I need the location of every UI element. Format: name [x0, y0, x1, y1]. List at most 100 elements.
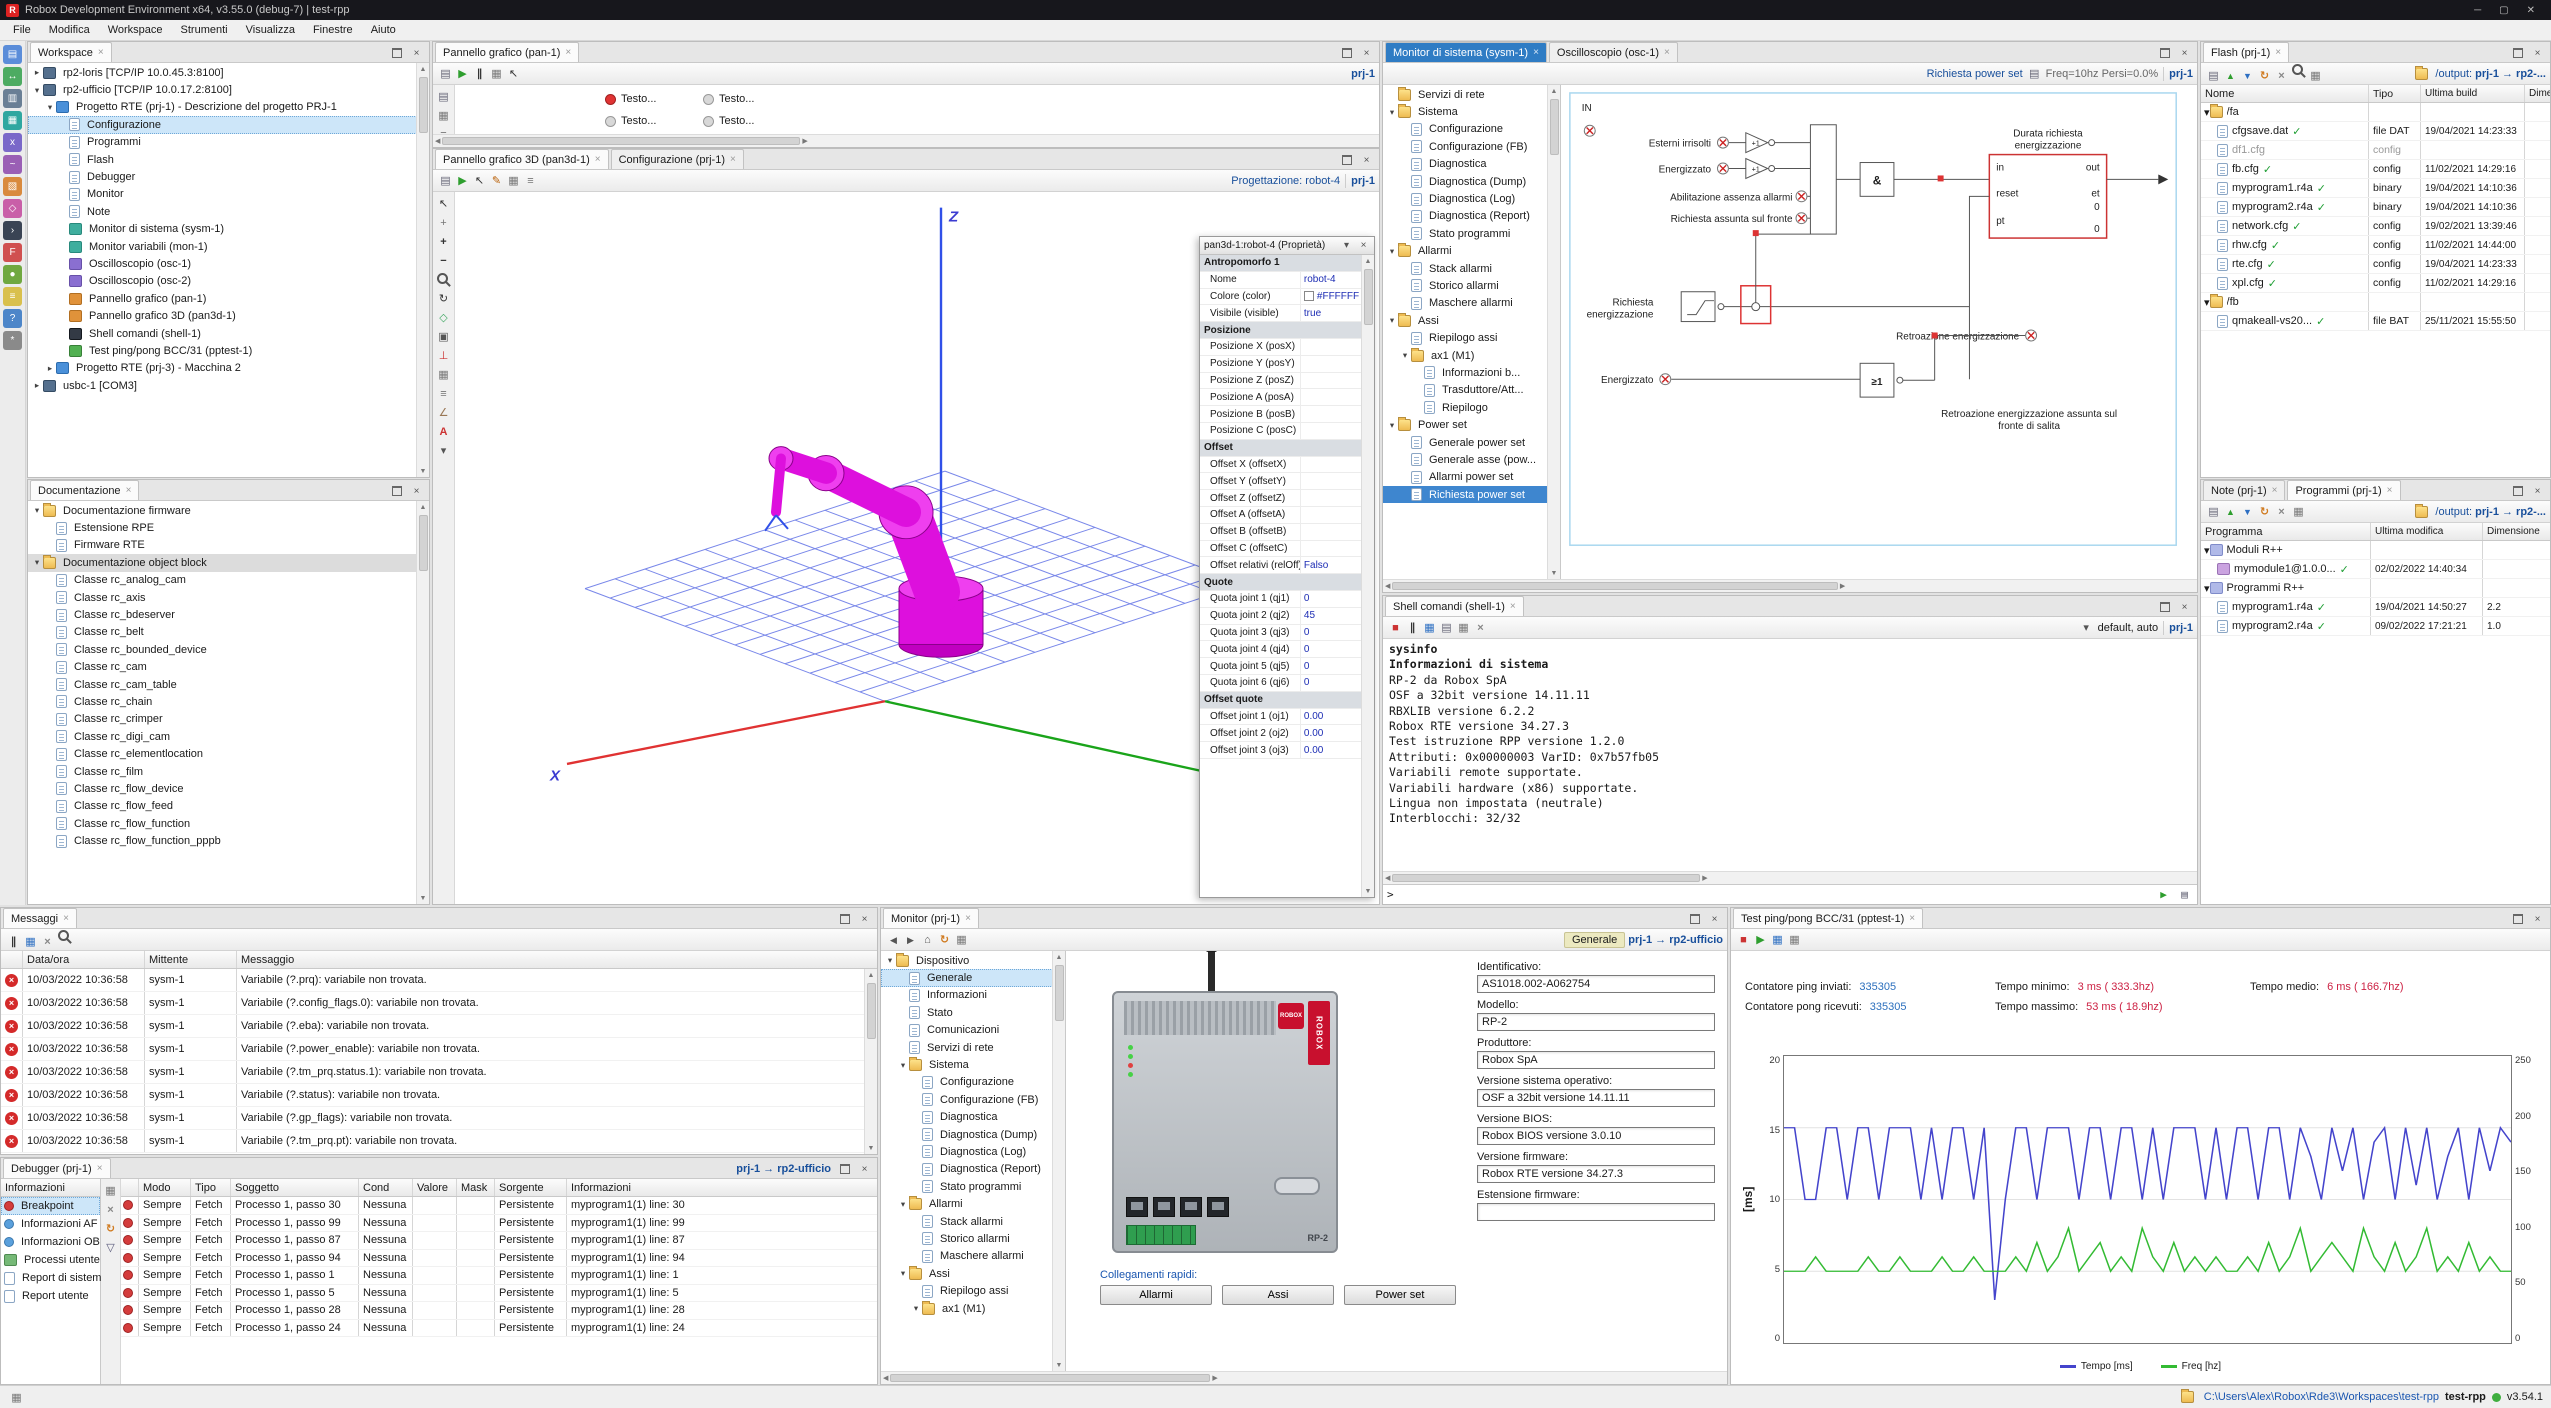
- device-field-value[interactable]: AS1018.002-A062754: [1477, 975, 1715, 993]
- property-row[interactable]: Posizione B (posB): [1200, 406, 1374, 423]
- monitor-tree-item[interactable]: Informazioni: [881, 987, 1065, 1004]
- monitor-tree-item[interactable]: ▾ Assi: [881, 1265, 1065, 1282]
- device-field-value[interactable]: Robox SpA: [1477, 1051, 1715, 1069]
- up-icon[interactable]: [2222, 68, 2239, 85]
- grid-icon[interactable]: [488, 65, 505, 82]
- float-panel-button[interactable]: [390, 485, 403, 497]
- layers-icon[interactable]: [435, 385, 452, 402]
- float-panel-button[interactable]: [1340, 47, 1353, 59]
- menu-item[interactable]: Strumenti: [172, 21, 237, 39]
- pointer-icon[interactable]: [505, 65, 522, 82]
- panel-text-item[interactable]: Testo...: [703, 115, 754, 127]
- close-panel-button[interactable]: ×: [1708, 913, 1721, 925]
- horizontal-scrollbar[interactable]: ◀▶: [433, 134, 1379, 147]
- message-row[interactable]: 10/03/2022 10:36:58 sysm-1 Variabile (?.…: [1, 1061, 877, 1084]
- sysm-tree-item[interactable]: Informazioni b...: [1383, 364, 1560, 381]
- tab-osc1[interactable]: Oscilloscopio (osc-1)×: [1549, 42, 1678, 62]
- column-header[interactable]: Ultima build: [2421, 85, 2525, 102]
- file-row[interactable]: ▾ /fb: [2201, 293, 2550, 312]
- message-row[interactable]: 10/03/2022 10:36:58 sysm-1 Variabile (?.…: [1, 1084, 877, 1107]
- monitor-tree-item[interactable]: Stack allarmi: [881, 1213, 1065, 1230]
- debugger-section-item[interactable]: Informazioni OB: [1, 1233, 100, 1251]
- workspace-tree-item[interactable]: Pannello grafico (pan-1): [28, 290, 429, 307]
- file-row[interactable]: ▾ /fa: [2201, 103, 2550, 122]
- workspace-tree-item[interactable]: Oscilloscopio (osc-1): [28, 255, 429, 272]
- layers-icon[interactable]: [435, 126, 452, 134]
- doc-icon[interactable]: [437, 172, 454, 189]
- column-header[interactable]: Mask: [457, 1179, 495, 1196]
- debugger-section-item[interactable]: Processi utente: [1, 1251, 100, 1269]
- variables-icon[interactable]: [3, 133, 22, 152]
- monitor-tree-item[interactable]: Configurazione: [881, 1074, 1065, 1091]
- grid-icon[interactable]: [953, 931, 970, 948]
- menu-item[interactable]: Workspace: [99, 21, 172, 39]
- column-header[interactable]: Tipo: [2369, 85, 2421, 102]
- pin-icon[interactable]: [435, 442, 452, 459]
- workspace-tree-item[interactable]: ▸ usbc-1 [COM3]: [28, 377, 429, 394]
- breakpoint-row[interactable]: Sempre Fetch Processo 1, passo 24 Nessun…: [121, 1320, 877, 1338]
- tab-note[interactable]: Note (prj-1)×: [2203, 480, 2285, 500]
- property-row[interactable]: Quote: [1200, 574, 1374, 591]
- expander-icon[interactable]: ▾: [31, 85, 43, 96]
- file-row[interactable]: df1.cfg config: [2201, 141, 2550, 160]
- expander-icon[interactable]: ▾: [44, 102, 56, 113]
- stop-icon[interactable]: [1735, 931, 1752, 948]
- property-row[interactable]: Quota joint 6 (qj6) 0: [1200, 675, 1374, 692]
- column-header[interactable]: Dimensione: [2483, 523, 2550, 540]
- tab-flash[interactable]: Flash (prj-1)×: [2203, 42, 2289, 62]
- workspace-tree-item[interactable]: Debugger: [28, 168, 429, 185]
- property-row[interactable]: Quota joint 1 (qj1) 0: [1200, 591, 1374, 608]
- doc-tree-item[interactable]: Classe rc_belt: [28, 624, 429, 641]
- search-icon[interactable]: [56, 928, 73, 945]
- menu-item[interactable]: File: [4, 21, 40, 39]
- grid-icon[interactable]: [435, 366, 452, 383]
- flash-icon[interactable]: [3, 243, 22, 262]
- zoomout-icon[interactable]: [435, 252, 452, 269]
- pointer-icon[interactable]: [435, 195, 452, 212]
- property-row[interactable]: Posizione Y (posY): [1200, 356, 1374, 373]
- down-icon[interactable]: [2239, 503, 2256, 520]
- expander-icon[interactable]: ▾: [1386, 315, 1398, 326]
- float-panel-button[interactable]: [1340, 154, 1353, 166]
- doc-tree-item[interactable]: Classe rc_axis: [28, 589, 429, 606]
- properties-menu-button[interactable]: ▾: [1340, 240, 1353, 252]
- program-row[interactable]: myprogram2.r4a ✓ 09/02/2022 17:21:21 1.0: [2201, 617, 2550, 636]
- column-header[interactable]: Cond: [359, 1179, 413, 1196]
- property-row[interactable]: Offset joint 1 (oj1) 0.00: [1200, 709, 1374, 726]
- monitor-tree-item[interactable]: ▾ Dispositivo: [881, 952, 1065, 969]
- menu-item[interactable]: Modifica: [40, 21, 99, 39]
- grid-icon[interactable]: [2307, 67, 2324, 84]
- tab-debugger[interactable]: Debugger (prj-1)×: [3, 1158, 111, 1178]
- trash-icon[interactable]: [1472, 619, 1489, 636]
- program-row[interactable]: mymodule1@1.0.0... ✓ 02/02/2022 14:40:34: [2201, 560, 2550, 579]
- breakpoint-row[interactable]: Sempre Fetch Processo 1, passo 30 Nessun…: [121, 1197, 877, 1215]
- message-row[interactable]: 10/03/2022 10:36:58 sysm-1 Variabile (?.…: [1, 1130, 877, 1153]
- horizontal-scrollbar[interactable]: ◀▶: [1383, 579, 2197, 592]
- run-command-icon[interactable]: [2155, 886, 2172, 903]
- close-panel-button[interactable]: ×: [410, 47, 423, 59]
- workspace-tree-item[interactable]: Shell comandi (shell-1): [28, 325, 429, 342]
- grid-icon[interactable]: [102, 1182, 119, 1199]
- color-swatch[interactable]: [1304, 291, 1314, 301]
- column-header[interactable]: Dime: [2525, 85, 2550, 102]
- debugger-section-item[interactable]: Report di sistema: [1, 1269, 100, 1287]
- tab-messaggi[interactable]: Messaggi×: [3, 908, 77, 928]
- menu-item[interactable]: Finestre: [304, 21, 362, 39]
- refresh-icon[interactable]: [2256, 503, 2273, 520]
- monitor-tree-item[interactable]: Maschere allarmi: [881, 1248, 1065, 1265]
- column-header[interactable]: Programma: [2201, 523, 2371, 540]
- close-panel-button[interactable]: ×: [2178, 601, 2191, 613]
- property-row[interactable]: Posizione X (posX): [1200, 339, 1374, 356]
- tab-monitor[interactable]: Monitor (prj-1)×: [883, 908, 979, 928]
- notes-icon[interactable]: [3, 287, 22, 306]
- panel-text-item[interactable]: Testo...: [605, 93, 656, 105]
- sysm-tree-item[interactable]: Stato programmi: [1383, 225, 1560, 242]
- property-row[interactable]: Offset relativi (relOff) Falso: [1200, 557, 1374, 574]
- sysm-tree-item[interactable]: Diagnostica (Log): [1383, 190, 1560, 207]
- message-row[interactable]: 10/03/2022 10:36:58 sysm-1 Variabile (?.…: [1, 1038, 877, 1061]
- monitor-tree-item[interactable]: Servizi di rete: [881, 1039, 1065, 1056]
- sysm-tree-item[interactable]: ▾ Assi: [1383, 312, 1560, 329]
- workspace-tree-item[interactable]: ▾ Progetto RTE (prj-1) - Descrizione del…: [28, 99, 429, 116]
- device-icon[interactable]: [3, 89, 22, 108]
- file-row[interactable]: rhw.cfg ✓ config 11/02/2021 14:44:00: [2201, 236, 2550, 255]
